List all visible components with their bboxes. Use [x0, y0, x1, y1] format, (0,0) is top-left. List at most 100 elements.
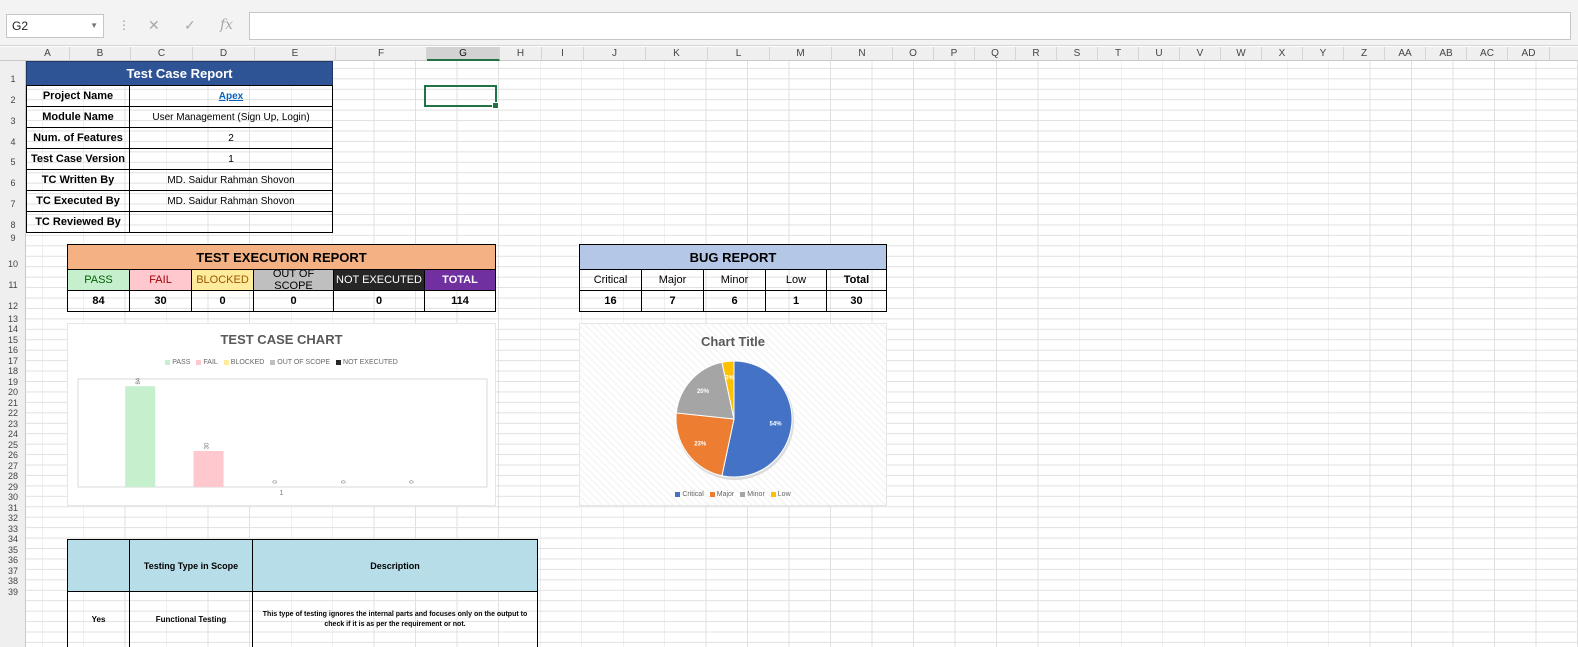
row-header-22[interactable]: 22: [0, 408, 26, 418]
column-header-y[interactable]: Y: [1303, 47, 1344, 61]
exec-value-blocked: 0: [191, 290, 254, 312]
report-value: MD. Saidur Rahman Shovon: [129, 190, 333, 212]
row-header-28[interactable]: 28: [0, 471, 26, 481]
cancel-icon[interactable]: ✕: [148, 17, 160, 34]
row-header-8[interactable]: 8: [0, 220, 26, 230]
row-header-15[interactable]: 15: [0, 335, 26, 345]
row-header-6[interactable]: 6: [0, 178, 26, 188]
row-header-9[interactable]: 9: [0, 233, 26, 243]
column-header-ab[interactable]: AB: [1426, 47, 1467, 61]
column-header-bar: A B C D E F G H I J K L M N O P Q R S T U V W X Y Z AA AB AC AD: [0, 47, 1578, 61]
column-header-k[interactable]: K: [646, 47, 708, 61]
column-header-j[interactable]: J: [584, 47, 646, 61]
column-header-f[interactable]: F: [336, 47, 427, 61]
column-header-c[interactable]: C: [131, 47, 193, 61]
row-header-32[interactable]: 32: [0, 513, 26, 523]
row-header-10[interactable]: 10: [0, 259, 26, 269]
bug-pie-chart[interactable]: Chart Title 54% 23% 20% 3% Critical Major Min…: [579, 323, 887, 506]
row-header-16[interactable]: 16: [0, 345, 26, 355]
bug-header-minor: Minor: [703, 269, 766, 291]
row-header-34[interactable]: 34: [0, 534, 26, 544]
row-header-37[interactable]: 37: [0, 566, 26, 576]
column-header-g[interactable]: G: [427, 47, 500, 61]
column-header-i[interactable]: I: [542, 47, 584, 61]
column-header-e[interactable]: E: [255, 47, 336, 61]
bar-fail[interactable]: [193, 451, 224, 487]
name-box[interactable]: G2 ▼: [6, 14, 104, 38]
column-header-b[interactable]: B: [70, 47, 131, 61]
selected-cell[interactable]: [424, 85, 499, 109]
row-header-14[interactable]: 14: [0, 324, 26, 334]
chevron-down-icon[interactable]: ▼: [90, 15, 98, 37]
row-header-36[interactable]: 36: [0, 555, 26, 565]
row-header-35[interactable]: 35: [0, 545, 26, 555]
row-header-12[interactable]: 12: [0, 301, 26, 311]
column-header-s[interactable]: S: [1057, 47, 1098, 61]
bar-pass[interactable]: [125, 386, 156, 487]
column-header-aa[interactable]: AA: [1385, 47, 1426, 61]
row-header-31[interactable]: 31: [0, 503, 26, 513]
more-options-icon[interactable]: ⋮: [118, 18, 130, 32]
column-header-l[interactable]: L: [708, 47, 770, 61]
column-header-u[interactable]: U: [1139, 47, 1180, 61]
row-header-38[interactable]: 38: [0, 576, 26, 586]
pie-legend-item: Low: [770, 491, 791, 498]
row-header-11[interactable]: 11: [0, 280, 26, 290]
insert-function-icon[interactable]: fx: [220, 17, 233, 33]
report-title: Test Case Report: [26, 61, 333, 86]
pie-legend-swatch: [675, 492, 681, 497]
row-header-29[interactable]: 29: [0, 482, 26, 492]
scope-row-description: This type of testing ignores the interna…: [252, 591, 538, 647]
row-header-33[interactable]: 33: [0, 524, 26, 534]
row-header-1[interactable]: 1: [0, 74, 26, 84]
exec-header-not-executed: NOT EXECUTED: [333, 269, 425, 291]
column-header-ad[interactable]: AD: [1508, 47, 1550, 61]
row-header-39[interactable]: 39: [0, 587, 26, 597]
row-header-5[interactable]: 5: [0, 157, 26, 167]
row-header-18[interactable]: 18: [0, 366, 26, 376]
formula-input[interactable]: [249, 12, 1571, 40]
bar-chart-plot: 84 30 0 0 0: [77, 377, 488, 488]
row-header-21[interactable]: 21: [0, 398, 26, 408]
row-header-20[interactable]: 20: [0, 387, 26, 397]
test-case-chart[interactable]: TEST CASE CHART PASS FAIL BLOCKED OUT OF SC…: [67, 323, 496, 506]
column-header-a[interactable]: A: [26, 47, 70, 61]
row-header-7[interactable]: 7: [0, 199, 26, 209]
column-header-x[interactable]: X: [1262, 47, 1303, 61]
column-header-ac[interactable]: AC: [1467, 47, 1508, 61]
row-header-2[interactable]: 2: [0, 95, 26, 105]
column-header-q[interactable]: Q: [975, 47, 1016, 61]
row-header-27[interactable]: 27: [0, 461, 26, 471]
report-label: TC Executed By: [26, 190, 130, 212]
column-header-v[interactable]: V: [1180, 47, 1221, 61]
enter-icon[interactable]: ✓: [184, 17, 196, 34]
exec-value-total: 114: [424, 290, 496, 312]
column-header-r[interactable]: R: [1016, 47, 1057, 61]
pie-legend-label: Major: [716, 491, 735, 498]
column-header-t[interactable]: T: [1098, 47, 1139, 61]
bar-data-label: 0: [410, 480, 416, 484]
row-header-4[interactable]: 4: [0, 137, 26, 147]
row-header-23[interactable]: 23: [0, 419, 26, 429]
column-header-m[interactable]: M: [770, 47, 832, 61]
column-header-w[interactable]: W: [1221, 47, 1262, 61]
row-header-19[interactable]: 19: [0, 377, 26, 387]
row-header-13[interactable]: 13: [0, 314, 26, 324]
row-header-26[interactable]: 26: [0, 450, 26, 460]
report-value[interactable]: Apex: [129, 85, 333, 107]
pie-legend-swatch: [770, 492, 776, 497]
column-header-o[interactable]: O: [893, 47, 934, 61]
column-header-d[interactable]: D: [193, 47, 255, 61]
row-header-24[interactable]: 24: [0, 429, 26, 439]
row-header-30[interactable]: 30: [0, 492, 26, 502]
column-header-z[interactable]: Z: [1344, 47, 1385, 61]
pie-plot: 54% 23% 20% 3%: [675, 360, 794, 480]
bug-value-minor: 6: [703, 290, 766, 312]
column-header-h[interactable]: H: [500, 47, 542, 61]
row-header-3[interactable]: 3: [0, 116, 26, 126]
column-header-p[interactable]: P: [934, 47, 975, 61]
row-header-25[interactable]: 25: [0, 440, 26, 450]
column-header-n[interactable]: N: [832, 47, 893, 61]
row-header-17[interactable]: 17: [0, 356, 26, 366]
bug-header-total: Total: [826, 269, 887, 291]
